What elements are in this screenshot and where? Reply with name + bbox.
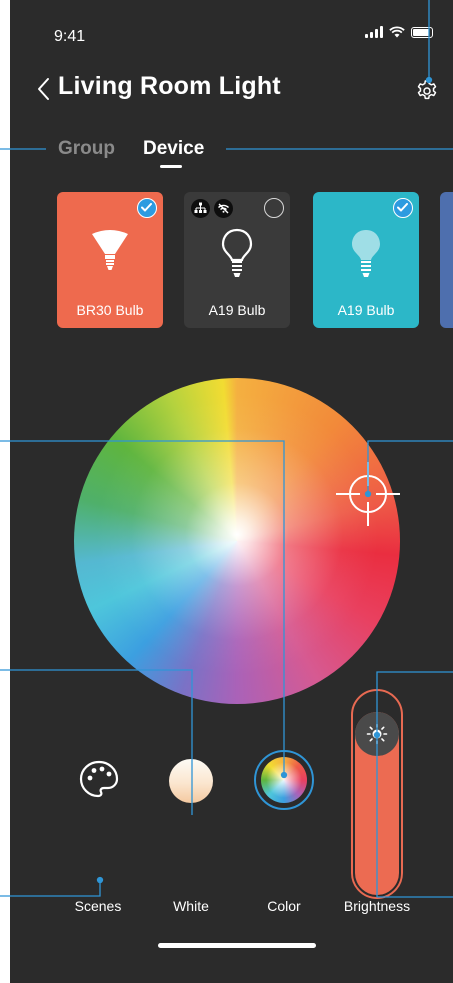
color-wheel[interactable] bbox=[74, 378, 400, 704]
active-tab-indicator bbox=[160, 165, 182, 168]
color-wheel-center bbox=[74, 378, 400, 704]
wifi-off-icon bbox=[214, 199, 233, 218]
color-mode-button[interactable] bbox=[261, 757, 307, 803]
color-picker-crosshair[interactable] bbox=[332, 458, 404, 530]
phone-screen: 9:41 Living Room Light Group Device BR30… bbox=[10, 0, 453, 983]
selected-check-icon bbox=[393, 198, 413, 218]
device-label: A19 Bulb bbox=[337, 302, 395, 318]
white-label[interactable]: White bbox=[146, 898, 236, 914]
battery-icon bbox=[411, 26, 433, 38]
white-mode-button[interactable] bbox=[169, 759, 213, 803]
unselected-radio-icon bbox=[264, 198, 284, 218]
tab-group[interactable]: Group bbox=[58, 138, 115, 160]
brightness-slider-handle[interactable] bbox=[355, 712, 399, 756]
a19-bulb-icon bbox=[221, 228, 253, 277]
device-label: BR30 Bulb bbox=[76, 302, 144, 318]
a19-bulb-icon bbox=[352, 230, 380, 277]
status-icons bbox=[365, 26, 433, 38]
chevron-left-icon[interactable] bbox=[34, 76, 56, 102]
home-indicator[interactable] bbox=[158, 943, 316, 948]
brightness-label[interactable]: Brightness bbox=[332, 898, 422, 914]
device-label: A19 Bulb bbox=[208, 302, 266, 318]
cellular-signal-icon bbox=[365, 26, 383, 38]
device-card-br30[interactable]: BR30 Bulb bbox=[57, 192, 163, 328]
scenes-label[interactable]: Scenes bbox=[53, 898, 143, 914]
color-label[interactable]: Color bbox=[239, 898, 329, 914]
device-card-a19[interactable]: A19 Bulb bbox=[313, 192, 419, 328]
device-card-partial[interactable] bbox=[440, 192, 453, 328]
status-time: 9:41 bbox=[54, 28, 86, 45]
sun-icon bbox=[366, 723, 388, 745]
network-hub-icon bbox=[191, 199, 210, 218]
device-card-a19-offline[interactable]: A19 Bulb bbox=[184, 192, 290, 328]
tab-device[interactable]: Device bbox=[143, 138, 204, 160]
wifi-icon bbox=[389, 26, 405, 38]
palette-icon[interactable] bbox=[77, 758, 121, 802]
selected-check-icon bbox=[137, 198, 157, 218]
br30-bulb-icon bbox=[92, 230, 128, 270]
page-title: Living Room Light bbox=[58, 72, 281, 100]
gear-icon[interactable] bbox=[415, 79, 439, 103]
